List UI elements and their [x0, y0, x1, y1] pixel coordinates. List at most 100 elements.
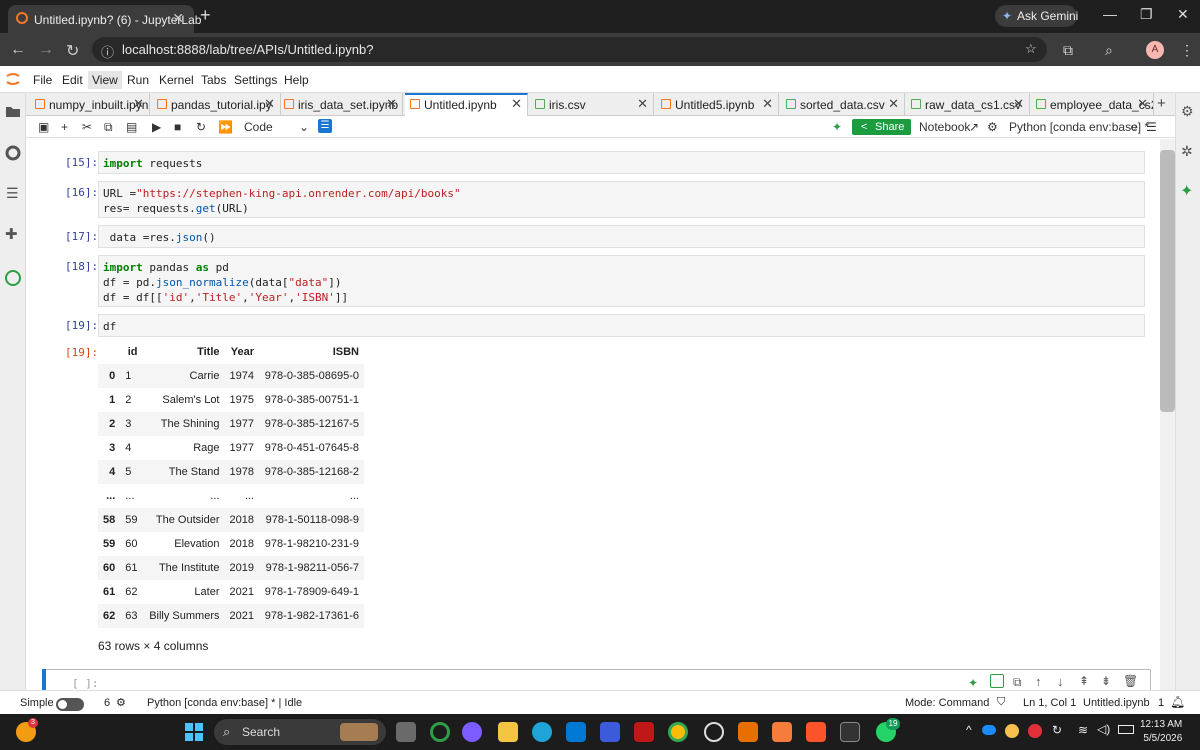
stop-icon[interactable]: ■: [174, 120, 181, 134]
run-icon[interactable]: ▶: [152, 120, 161, 134]
onedrive-icon[interactable]: [982, 725, 996, 735]
chevron-down-icon[interactable]: ⌄: [299, 120, 309, 134]
menu-settings[interactable]: Settings: [234, 73, 277, 87]
share-button[interactable]: < Share: [852, 119, 911, 135]
close-icon[interactable]: ✕: [264, 96, 275, 112]
file-explorer-icon[interactable]: [498, 722, 518, 742]
asterisk-app-icon[interactable]: [772, 722, 792, 742]
debugger-bug-icon[interactable]: ✲: [1181, 143, 1193, 160]
tab-untitled5[interactable]: Untitled5.ipynb ✕: [656, 93, 779, 116]
battery-icon[interactable]: [1118, 725, 1134, 734]
close-icon[interactable]: ✕: [888, 96, 899, 112]
save-icon[interactable]: ▣: [38, 120, 49, 134]
kernel-settings-icon[interactable]: ⚙: [987, 120, 998, 134]
move-down-icon[interactable]: ↓: [1057, 674, 1064, 689]
extensions-icon[interactable]: ⧉: [1063, 42, 1073, 59]
mcafee-icon[interactable]: [634, 722, 654, 742]
volume-icon[interactable]: ◁): [1097, 722, 1110, 736]
running-kernels-icon[interactable]: [5, 145, 21, 161]
browser-tab[interactable]: Untitled.ipynb? (6) - JupyterLab ✕: [8, 5, 201, 33]
kernel-status-text[interactable]: Python [conda env:base] * | Idle: [147, 697, 302, 709]
empty-active-cell[interactable]: [42, 669, 1151, 690]
insert-below-icon[interactable]: ⇟: [1101, 674, 1111, 688]
menu-view[interactable]: View: [88, 71, 122, 89]
toolbar-menu-icon[interactable]: ☰: [1146, 120, 1157, 134]
kernel-name[interactable]: Python [conda env:base] *: [1009, 120, 1149, 134]
editor-app-icon[interactable]: [600, 722, 620, 742]
ai-sparkle-icon[interactable]: ✦: [968, 676, 978, 690]
close-window-icon[interactable]: ✕: [1177, 6, 1189, 23]
menu-help[interactable]: Help: [284, 73, 309, 87]
format-cell-icon[interactable]: [990, 674, 1004, 688]
duplicate-cell-icon[interactable]: ⧉: [1013, 675, 1022, 690]
menu-tabs[interactable]: Tabs: [201, 73, 226, 87]
restart-run-all-icon[interactable]: ⏩: [218, 120, 233, 134]
cell-type-select[interactable]: Code: [244, 120, 273, 134]
terminal-icon[interactable]: [840, 722, 860, 742]
file-browser-icon[interactable]: [6, 105, 20, 117]
code-cell[interactable]: import requests: [98, 151, 1145, 174]
chatgpt-icon[interactable]: [704, 722, 724, 742]
notification-bell-icon[interactable]: 🔔︎: [1170, 695, 1185, 709]
ask-gemini-button[interactable]: ✦ Ask Gemini: [995, 5, 1078, 27]
chat-app-icon[interactable]: [430, 722, 450, 742]
new-launcher-button[interactable]: +: [1157, 95, 1166, 112]
chrome-browser-icon[interactable]: [668, 722, 688, 742]
tab-pandas-tutorial[interactable]: pandas_tutorial.ipy ✕: [152, 93, 281, 116]
close-icon[interactable]: ✕: [762, 96, 773, 112]
property-inspector-icon[interactable]: ⚙: [1181, 103, 1194, 120]
system-clock[interactable]: 12:13 AM 5/5/2026: [1140, 718, 1182, 746]
back-icon[interactable]: ←: [10, 41, 26, 59]
close-icon[interactable]: ✕: [1137, 96, 1148, 112]
insert-above-icon[interactable]: ⇞: [1079, 674, 1089, 688]
menu-edit[interactable]: Edit: [62, 73, 83, 87]
java-app-icon[interactable]: [738, 722, 758, 742]
scrollbar-thumb[interactable]: [1160, 150, 1175, 412]
cut-icon[interactable]: ✂: [82, 120, 92, 134]
menu-file[interactable]: File: [33, 73, 52, 87]
terminal-count[interactable]: 6: [104, 697, 110, 709]
close-icon[interactable]: ✕: [386, 96, 397, 112]
tab-search-icon[interactable]: ⌕: [1105, 42, 1113, 59]
task-view-icon[interactable]: [396, 722, 416, 742]
menu-run[interactable]: Run: [127, 73, 149, 87]
start-menu-icon[interactable]: [185, 723, 203, 741]
copilot-icon[interactable]: [462, 722, 482, 742]
tab-sorted-data[interactable]: sorted_data.csv ✕: [781, 93, 905, 116]
bookmark-star-icon[interactable]: ☆: [1025, 41, 1037, 57]
site-info-icon[interactable]: ⓘ: [101, 42, 114, 61]
reload-icon[interactable]: ↻: [66, 41, 79, 61]
tray-sync-icon[interactable]: ↻: [1052, 723, 1062, 737]
minimize-icon[interactable]: —: [1103, 6, 1117, 22]
delete-cell-icon[interactable]: 🗑: [1123, 674, 1138, 688]
code-cell[interactable]: data =res.json(): [98, 225, 1145, 248]
edge-browser-icon[interactable]: [532, 722, 552, 742]
tab-numpy-inbuilt[interactable]: numpy_inbuilt.ipyn ✕: [30, 93, 150, 116]
ai-sparkle-icon[interactable]: ✦: [832, 120, 842, 134]
close-tab-icon[interactable]: ✕: [172, 10, 184, 27]
wifi-icon[interactable]: ≋: [1078, 723, 1088, 737]
taskbar-search[interactable]: ⌕ Search: [214, 719, 386, 745]
close-icon[interactable]: ✕: [511, 96, 522, 112]
chevron-up-icon[interactable]: ^: [966, 723, 972, 737]
profile-avatar[interactable]: A: [1146, 41, 1164, 59]
code-cell[interactable]: URL ="https://stephen-king-api.onrender.…: [98, 181, 1145, 218]
more-menu-icon[interactable]: ⋮: [1180, 42, 1194, 59]
tab-iris-csv[interactable]: iris.csv ✕: [530, 93, 654, 116]
simple-mode-toggle[interactable]: [56, 698, 84, 711]
menu-kernel[interactable]: Kernel: [159, 73, 194, 87]
tab-raw-data-cs1[interactable]: raw_data_cs1.csv ✕: [906, 93, 1030, 116]
tab-untitled[interactable]: Untitled.ipynb ✕: [405, 93, 528, 116]
tab-employee-data-cs2[interactable]: employee_data_cs2 ✕: [1031, 93, 1154, 116]
paste-icon[interactable]: ▤: [126, 120, 137, 134]
close-icon[interactable]: ✕: [637, 96, 648, 112]
tray-color-app-icon[interactable]: [1028, 724, 1042, 738]
cursor-position[interactable]: Ln 1, Col 1: [1023, 697, 1076, 709]
close-icon[interactable]: ✕: [133, 96, 144, 112]
table-of-contents-icon[interactable]: ☰: [6, 185, 19, 202]
extensions-puzzle-icon[interactable]: ✚: [5, 225, 18, 243]
copy-icon[interactable]: ⧉: [104, 120, 113, 135]
tray-app-icon[interactable]: [1005, 724, 1019, 738]
tab-iris-data-set[interactable]: iris_data_set.ipynb ✕: [279, 93, 403, 116]
restore-icon[interactable]: ❐: [1140, 6, 1153, 23]
